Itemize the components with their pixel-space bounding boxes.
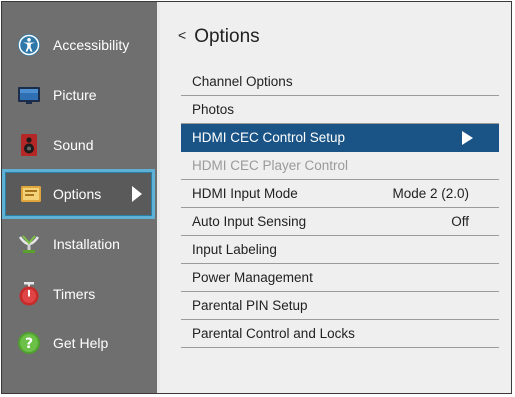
menu-item-label: Parental Control and Locks [192, 326, 355, 341]
accessibility-icon [17, 33, 41, 57]
satellite-icon [17, 232, 41, 256]
sidebar-item-get-help[interactable]: ? Get Help [2, 323, 157, 363]
menu-item-input-labeling[interactable]: Input Labeling [181, 236, 499, 264]
menu-item-hdmi-input-mode[interactable]: HDMI Input Mode Mode 2 (2.0) [181, 180, 499, 208]
menu-item-label: Input Labeling [192, 242, 277, 257]
sidebar: Accessibility Picture Sound Options Inst… [2, 2, 157, 393]
help-icon: ? [17, 331, 41, 355]
sidebar-item-label: Options [53, 186, 102, 202]
sidebar-item-label: Sound [53, 137, 94, 153]
page-title: < Options [178, 26, 260, 48]
tv-settings-window: Accessibility Picture Sound Options Inst… [1, 1, 512, 394]
menu-item-auto-input-sensing[interactable]: Auto Input Sensing Off [181, 208, 499, 236]
menu-item-parental-pin-setup[interactable]: Parental PIN Setup [181, 292, 499, 320]
page-title-text: Options [194, 26, 260, 47]
sidebar-item-label: Installation [53, 236, 120, 252]
sidebar-item-label: Timers [53, 286, 96, 302]
menu-item-value: Off [451, 214, 469, 229]
picture-icon [17, 83, 41, 107]
options-icon [19, 182, 43, 206]
menu-item-label: HDMI CEC Player Control [192, 158, 349, 173]
sidebar-item-installation[interactable]: Installation [2, 224, 157, 264]
sidebar-item-timers[interactable]: Timers [2, 274, 157, 314]
menu-item-label: Parental PIN Setup [192, 298, 308, 313]
timer-icon [17, 282, 41, 306]
options-panel: < Options Channel Options Photos HDMI CEC… [160, 2, 511, 393]
menu-item-label: Power Management [192, 270, 313, 285]
menu-item-hdmi-cec-control-setup[interactable]: HDMI CEC Control Setup [181, 124, 499, 152]
menu-item-label: Photos [192, 102, 235, 117]
sidebar-item-label: Get Help [53, 335, 109, 351]
menu-item-label: Auto Input Sensing [192, 214, 307, 229]
menu-item-hdmi-cec-player-control: HDMI CEC Player Control [181, 152, 499, 180]
menu-item-label: HDMI CEC Control Setup [192, 130, 346, 145]
sidebar-item-accessibility[interactable]: Accessibility [2, 25, 157, 65]
menu-item-label: Channel Options [192, 74, 293, 89]
menu-item-parental-control-and-locks[interactable]: Parental Control and Locks [181, 320, 499, 348]
chevron-right-icon [462, 131, 473, 145]
sidebar-item-options[interactable]: Options [2, 169, 155, 219]
menu-item-channel-options[interactable]: Channel Options [181, 68, 499, 96]
sidebar-item-label: Picture [53, 87, 97, 103]
menu-item-label: HDMI Input Mode [192, 186, 298, 201]
speaker-icon [17, 133, 41, 157]
menu-item-photos[interactable]: Photos [181, 96, 499, 124]
menu-item-value: Mode 2 (2.0) [392, 186, 469, 201]
back-arrow-icon[interactable]: < [178, 27, 186, 43]
sidebar-item-sound[interactable]: Sound [2, 125, 157, 165]
svg-text:?: ? [25, 336, 33, 352]
menu-item-power-management[interactable]: Power Management [181, 264, 499, 292]
chevron-right-icon [132, 186, 142, 202]
sidebar-item-picture[interactable]: Picture [2, 75, 157, 115]
sidebar-item-label: Accessibility [53, 37, 130, 53]
